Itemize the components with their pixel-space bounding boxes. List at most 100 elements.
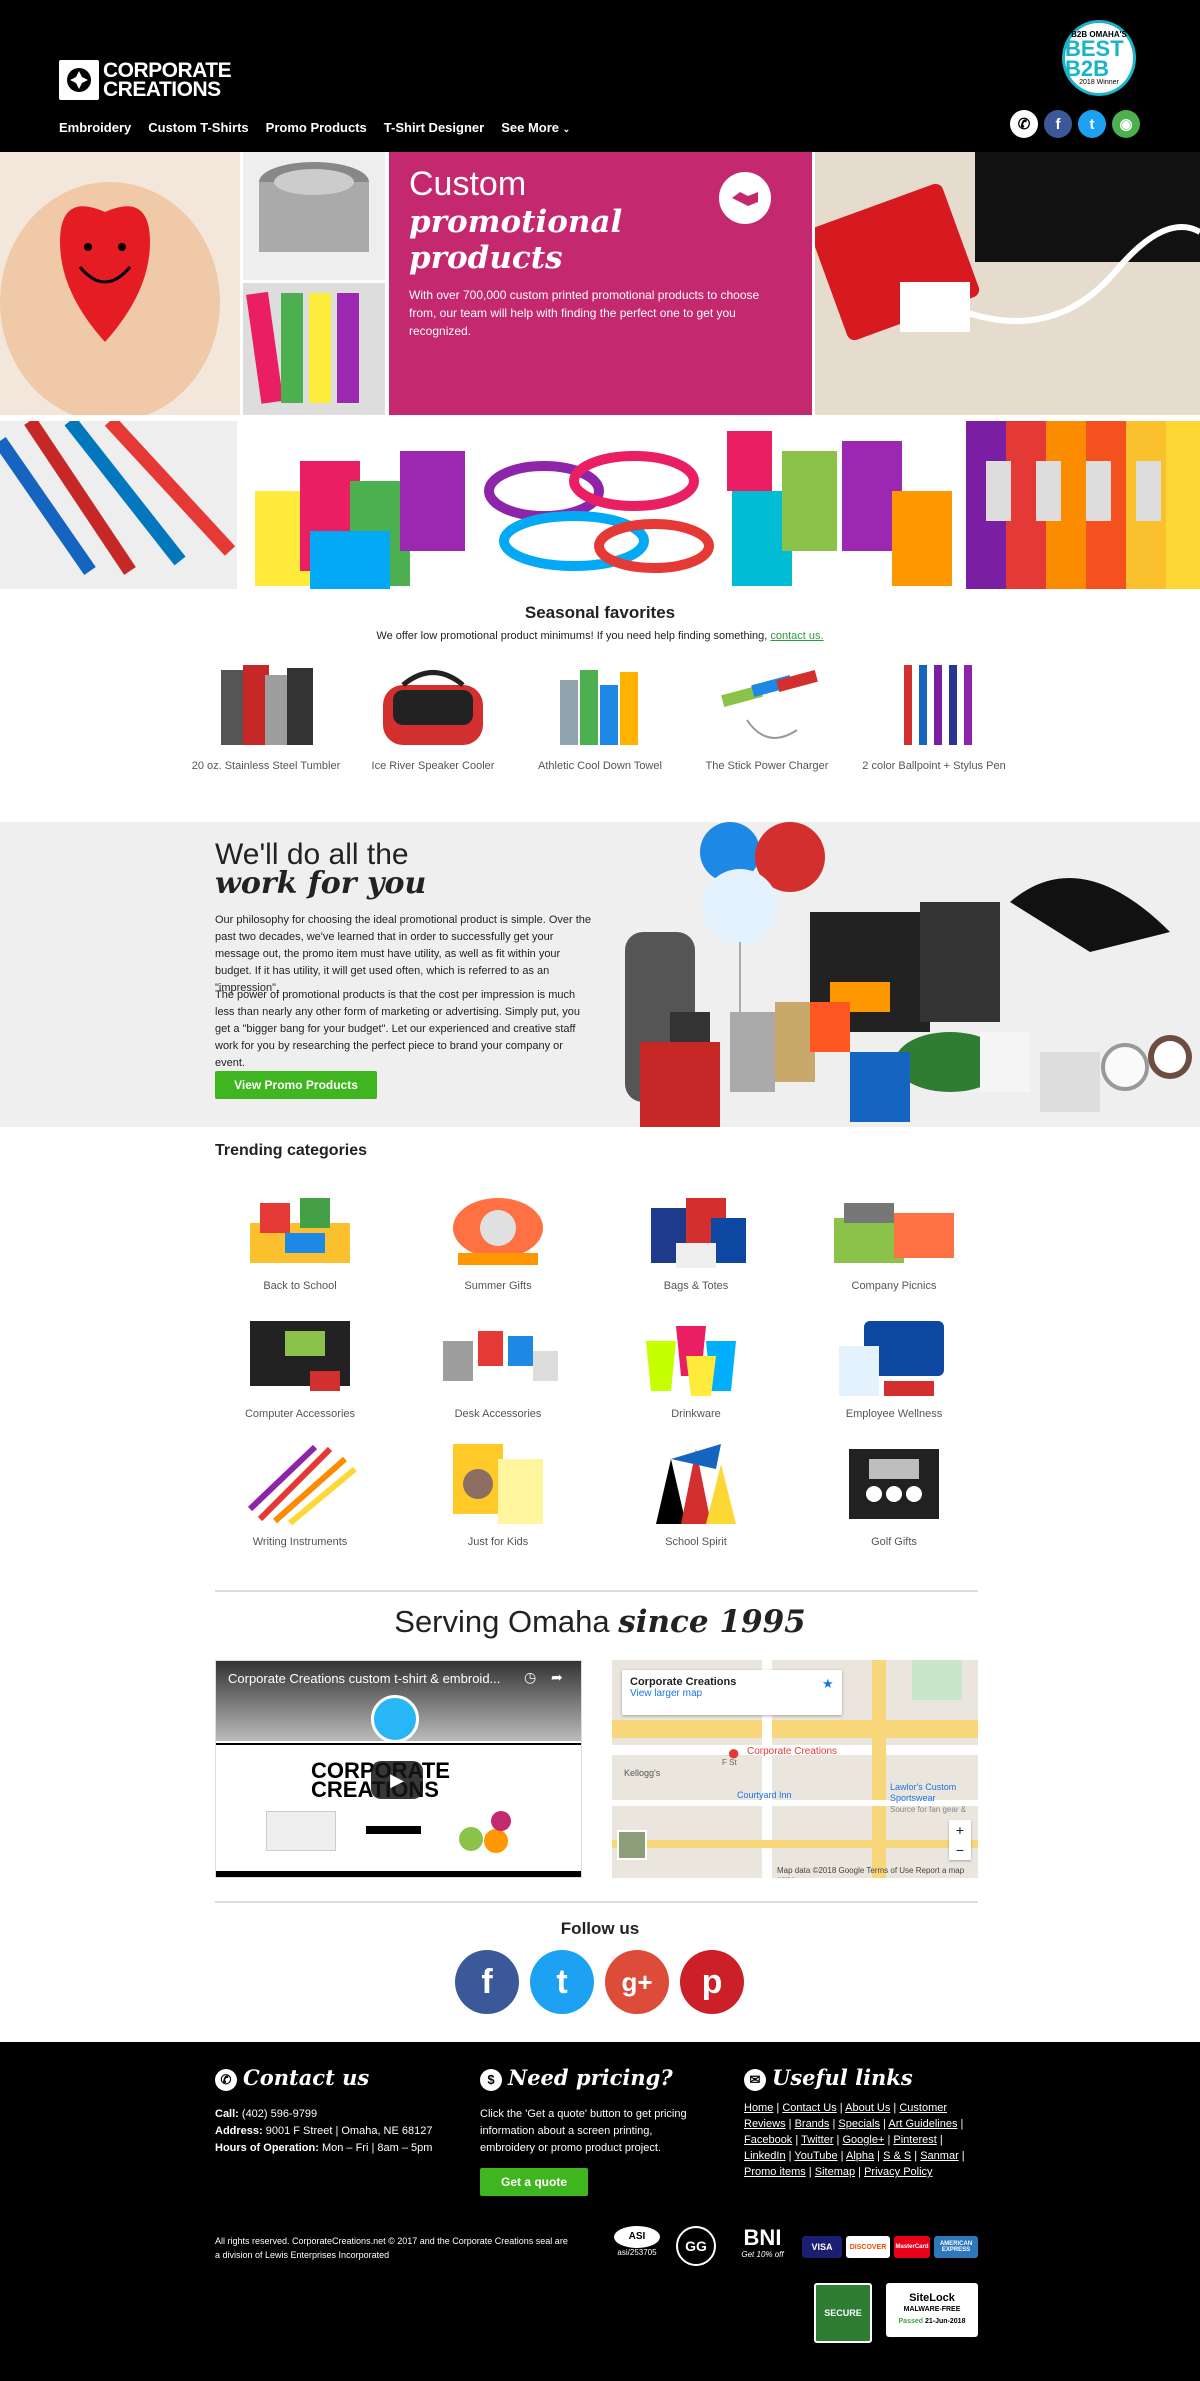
tumbler-product-image bbox=[186, 660, 346, 750]
category-card[interactable]: Computer Accessories bbox=[210, 1308, 390, 1420]
map-zoom-controls[interactable]: + − bbox=[949, 1820, 971, 1860]
youtube-video[interactable]: Corporate Creations custom t-shirt & emb… bbox=[215, 1660, 582, 1878]
footer-link[interactable]: Privacy Policy bbox=[864, 2166, 932, 2178]
category-card[interactable]: Summer Gifts bbox=[408, 1180, 588, 1292]
seasonal-title: Seasonal favorites bbox=[524, 603, 676, 622]
google-plus-icon[interactable]: g+ bbox=[605, 1950, 669, 2014]
promo-paragraph-1: Our philosophy for choosing the ideal pr… bbox=[215, 914, 592, 994]
chat-icon: ✉ bbox=[744, 2068, 766, 2091]
divider bbox=[215, 1901, 978, 1903]
serving-title-1: Serving Omaha bbox=[394, 1604, 619, 1639]
footer-link[interactable]: About Us bbox=[845, 2102, 890, 2114]
product-card[interactable]: The Stick Power Charger bbox=[687, 660, 847, 772]
twitter-icon[interactable]: t bbox=[1078, 110, 1106, 138]
divider bbox=[215, 1590, 978, 1592]
apparel-icons bbox=[456, 1811, 516, 1856]
category-card[interactable]: Bags & Totes bbox=[606, 1180, 786, 1292]
footer-link[interactable]: Contact Us bbox=[782, 2102, 836, 2114]
video-header: Corporate Creations custom t-shirt & emb… bbox=[216, 1661, 581, 1743]
cooler-product-image bbox=[353, 660, 513, 750]
highlighters-image bbox=[243, 283, 385, 415]
pinterest-icon[interactable]: p bbox=[680, 1950, 744, 2014]
logo-line2: CREATIONS bbox=[103, 78, 221, 101]
footer-link[interactable]: S & S bbox=[883, 2150, 911, 2162]
map-info-card: Corporate Creations View larger map ★ bbox=[622, 1670, 842, 1715]
footer-link[interactable]: Google+ bbox=[842, 2134, 884, 2146]
get-a-quote-button[interactable]: Get a quote bbox=[480, 2168, 588, 2196]
category-card[interactable]: Writing Instruments bbox=[210, 1436, 390, 1548]
clock-icon[interactable]: ◷ bbox=[524, 1669, 536, 1686]
footer-link[interactable]: Promo items bbox=[744, 2166, 806, 2178]
category-card[interactable]: Just for Kids bbox=[408, 1436, 588, 1548]
contact-info: Call: (402) 596-9799 Address: 9001 F Str… bbox=[215, 2106, 432, 2157]
footer-link[interactable]: Brands bbox=[795, 2118, 830, 2130]
view-larger-map-link[interactable]: View larger map bbox=[630, 1688, 834, 1699]
employee-wellness-image bbox=[804, 1308, 984, 1403]
share-icon[interactable]: ➦ bbox=[551, 1669, 563, 1686]
contact-heading: ✆ Contact us bbox=[215, 2065, 369, 2091]
footer-link[interactable]: Facebook bbox=[744, 2134, 792, 2146]
footer-link[interactable]: Sitemap bbox=[815, 2166, 855, 2178]
twitter-icon[interactable]: t bbox=[530, 1950, 594, 2014]
us-map-icon bbox=[266, 1811, 336, 1851]
video-bottom-bar bbox=[216, 1871, 581, 1877]
wristbands-image bbox=[484, 421, 716, 589]
dollar-icon: $ bbox=[480, 2068, 502, 2091]
category-card[interactable]: Employee Wellness bbox=[804, 1308, 984, 1420]
footer-link[interactable]: Art Guidelines bbox=[888, 2118, 957, 2130]
footer-link[interactable]: Alpha bbox=[846, 2150, 874, 2162]
nav-promo-products[interactable]: Promo Products bbox=[266, 120, 367, 135]
contact-us-link[interactable]: contact us. bbox=[770, 630, 823, 642]
links-heading: ✉ Useful links bbox=[744, 2065, 913, 2091]
hero-title-2b: products bbox=[409, 240, 563, 276]
category-card[interactable]: Company Picnics bbox=[804, 1180, 984, 1292]
facebook-icon[interactable]: f bbox=[1044, 110, 1072, 138]
hero-title-2: promotional products bbox=[409, 204, 622, 276]
site-header: CORPORATE CREATIONS Embroidery Custom T-… bbox=[0, 0, 1200, 152]
best-b2b-badge: B2B OMAHA'S BEST B2B 2018 Winner bbox=[1062, 20, 1136, 96]
phone-number[interactable]: (402) 596-9799 bbox=[242, 2108, 317, 2120]
facebook-icon[interactable]: f bbox=[455, 1950, 519, 2014]
product-card[interactable]: Athletic Cool Down Towel bbox=[520, 660, 680, 772]
visa-logo: VISA bbox=[802, 2236, 842, 2258]
google-map[interactable]: Corporate Creations View larger map ★ ● … bbox=[612, 1660, 978, 1878]
footer-link[interactable]: Sanmar bbox=[920, 2150, 959, 2162]
product-card[interactable]: Ice River Speaker Cooler bbox=[353, 660, 513, 772]
category-card[interactable]: Desk Accessories bbox=[408, 1308, 588, 1420]
footer-link[interactable]: LinkedIn bbox=[744, 2150, 786, 2162]
desk-accessories-image bbox=[408, 1308, 588, 1403]
discover-logo: DISCOVER bbox=[846, 2236, 890, 2258]
logo[interactable]: CORPORATE CREATIONS bbox=[59, 60, 232, 101]
google-maps-icon[interactable]: ◉ bbox=[1112, 110, 1140, 138]
product-card[interactable]: 20 oz. Stainless Steel Tumbler bbox=[186, 660, 346, 772]
category-card[interactable]: School Spirit bbox=[606, 1436, 786, 1548]
footer-link[interactable]: Specials bbox=[838, 2118, 880, 2130]
address-label: Address: bbox=[215, 2125, 263, 2137]
address: 9001 F Street | Omaha, NE 68127 bbox=[265, 2125, 433, 2137]
category-card[interactable]: Drinkware bbox=[606, 1308, 786, 1420]
nav-embroidery[interactable]: Embroidery bbox=[59, 120, 131, 135]
nav-tshirt-designer[interactable]: T-Shirt Designer bbox=[384, 120, 484, 135]
star-icon[interactable]: ★ bbox=[822, 1676, 834, 1692]
footer-link[interactable]: Twitter bbox=[801, 2134, 833, 2146]
footer-link[interactable]: YouTube bbox=[794, 2150, 837, 2162]
map-label-fst: F St bbox=[722, 1758, 737, 1767]
nav-custom-tshirts[interactable]: Custom T-Shirts bbox=[148, 120, 248, 135]
category-card[interactable]: Golf Gifts bbox=[804, 1436, 984, 1548]
map-pin-label: Corporate Creations bbox=[747, 1746, 838, 1757]
hero-banner: Custom promotional products With over 700… bbox=[389, 152, 812, 415]
phone-icon[interactable]: ✆ bbox=[1010, 110, 1038, 138]
category-card[interactable]: Back to School bbox=[210, 1180, 390, 1292]
footer-link[interactable]: Home bbox=[744, 2102, 773, 2114]
nav-see-more[interactable]: See More ⌄ bbox=[501, 120, 570, 135]
pricing-title: Need pricing? bbox=[508, 2065, 673, 2090]
category-label: Summer Gifts bbox=[464, 1280, 532, 1292]
view-promo-products-button[interactable]: View Promo Products bbox=[215, 1071, 377, 1099]
video-rule bbox=[216, 1743, 581, 1745]
play-icon[interactable]: ▶ bbox=[371, 1761, 423, 1799]
footer-link[interactable]: Pinterest bbox=[893, 2134, 936, 2146]
mastercard-logo: MasterCard bbox=[894, 2236, 930, 2258]
map-satellite-toggle[interactable] bbox=[617, 1830, 647, 1860]
secure-seal: SECURE bbox=[814, 2283, 872, 2343]
product-card[interactable]: 2 color Ballpoint + Stylus Pen bbox=[854, 660, 1014, 772]
